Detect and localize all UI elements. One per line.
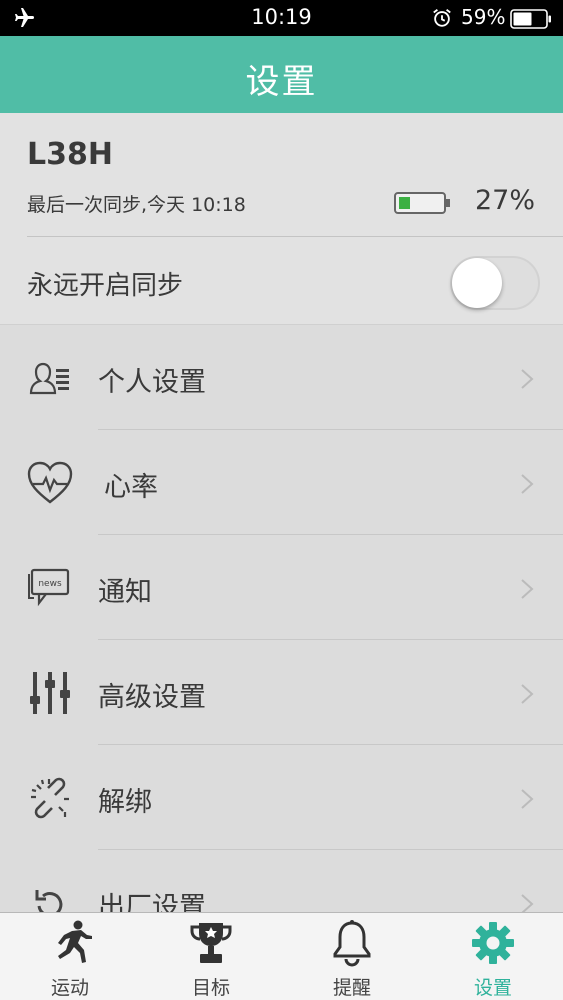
chevron-right-icon [521,474,534,494]
always-sync-toggle[interactable] [450,256,540,310]
always-sync-label: 永远开启同步 [27,271,184,301]
always-sync-row: 永远开启同步 [0,237,563,324]
sliders-icon [30,672,70,714]
tab-sport[interactable]: 运动 [0,913,140,1000]
menu-item-label: 高级设置 [98,682,206,713]
tab-bar: 运动 目标 提醒 设置 [0,912,563,1000]
menu-item-label: 通知 [98,577,152,608]
tab-label: 目标 [191,977,230,999]
news-notification-icon: news [28,568,70,607]
unlink-icon [31,777,69,819]
menu-item-label: 个人设置 [98,367,206,398]
alarm-icon [433,9,451,27]
tab-reminder[interactable]: 提醒 [282,913,422,1000]
menu-item-advanced[interactable]: 高级设置 [0,640,563,745]
svg-text:news: news [38,579,62,589]
toggle-knob [452,258,502,308]
heart-rate-icon [27,461,73,504]
menu-item-unbind[interactable]: 解绑 [0,745,563,850]
gear-icon [472,922,514,964]
device-name: L38H [27,137,113,172]
menu-item-label: 心率 [104,472,158,503]
chevron-right-icon [521,369,534,389]
trophy-icon [190,923,232,963]
status-bar: 10:19 59% [0,0,563,36]
menu-item-heart-rate[interactable]: 心率 [0,430,563,535]
device-battery-percent: 27% [475,185,536,216]
status-battery-percent: 59% [461,5,506,29]
chevron-right-icon [521,684,534,704]
tab-settings[interactable]: 设置 [423,913,563,1000]
last-sync-text: 最后一次同步,今天 10:18 [27,194,246,216]
menu-item-label: 解绑 [98,787,152,818]
tab-goal[interactable]: 目标 [141,913,281,1000]
profile-settings-icon [29,362,69,395]
menu-item-notification[interactable]: news 通知 [0,535,563,640]
chevron-right-icon [521,789,534,809]
device-battery-icon [394,192,450,214]
tab-label: 提醒 [332,977,371,999]
tab-label: 设置 [473,977,512,999]
device-battery-fill [399,197,410,209]
bell-icon [333,920,371,967]
device-info: L38H 最后一次同步,今天 10:18 27% [0,113,563,237]
nav-bar: 设置 [0,36,563,113]
tab-label: 运动 [50,977,89,999]
battery-icon [510,9,551,29]
menu-item-profile[interactable]: 个人设置 [0,325,563,430]
page-title: 设置 [245,62,318,102]
runner-icon [58,920,92,963]
chevron-right-icon [521,579,534,599]
